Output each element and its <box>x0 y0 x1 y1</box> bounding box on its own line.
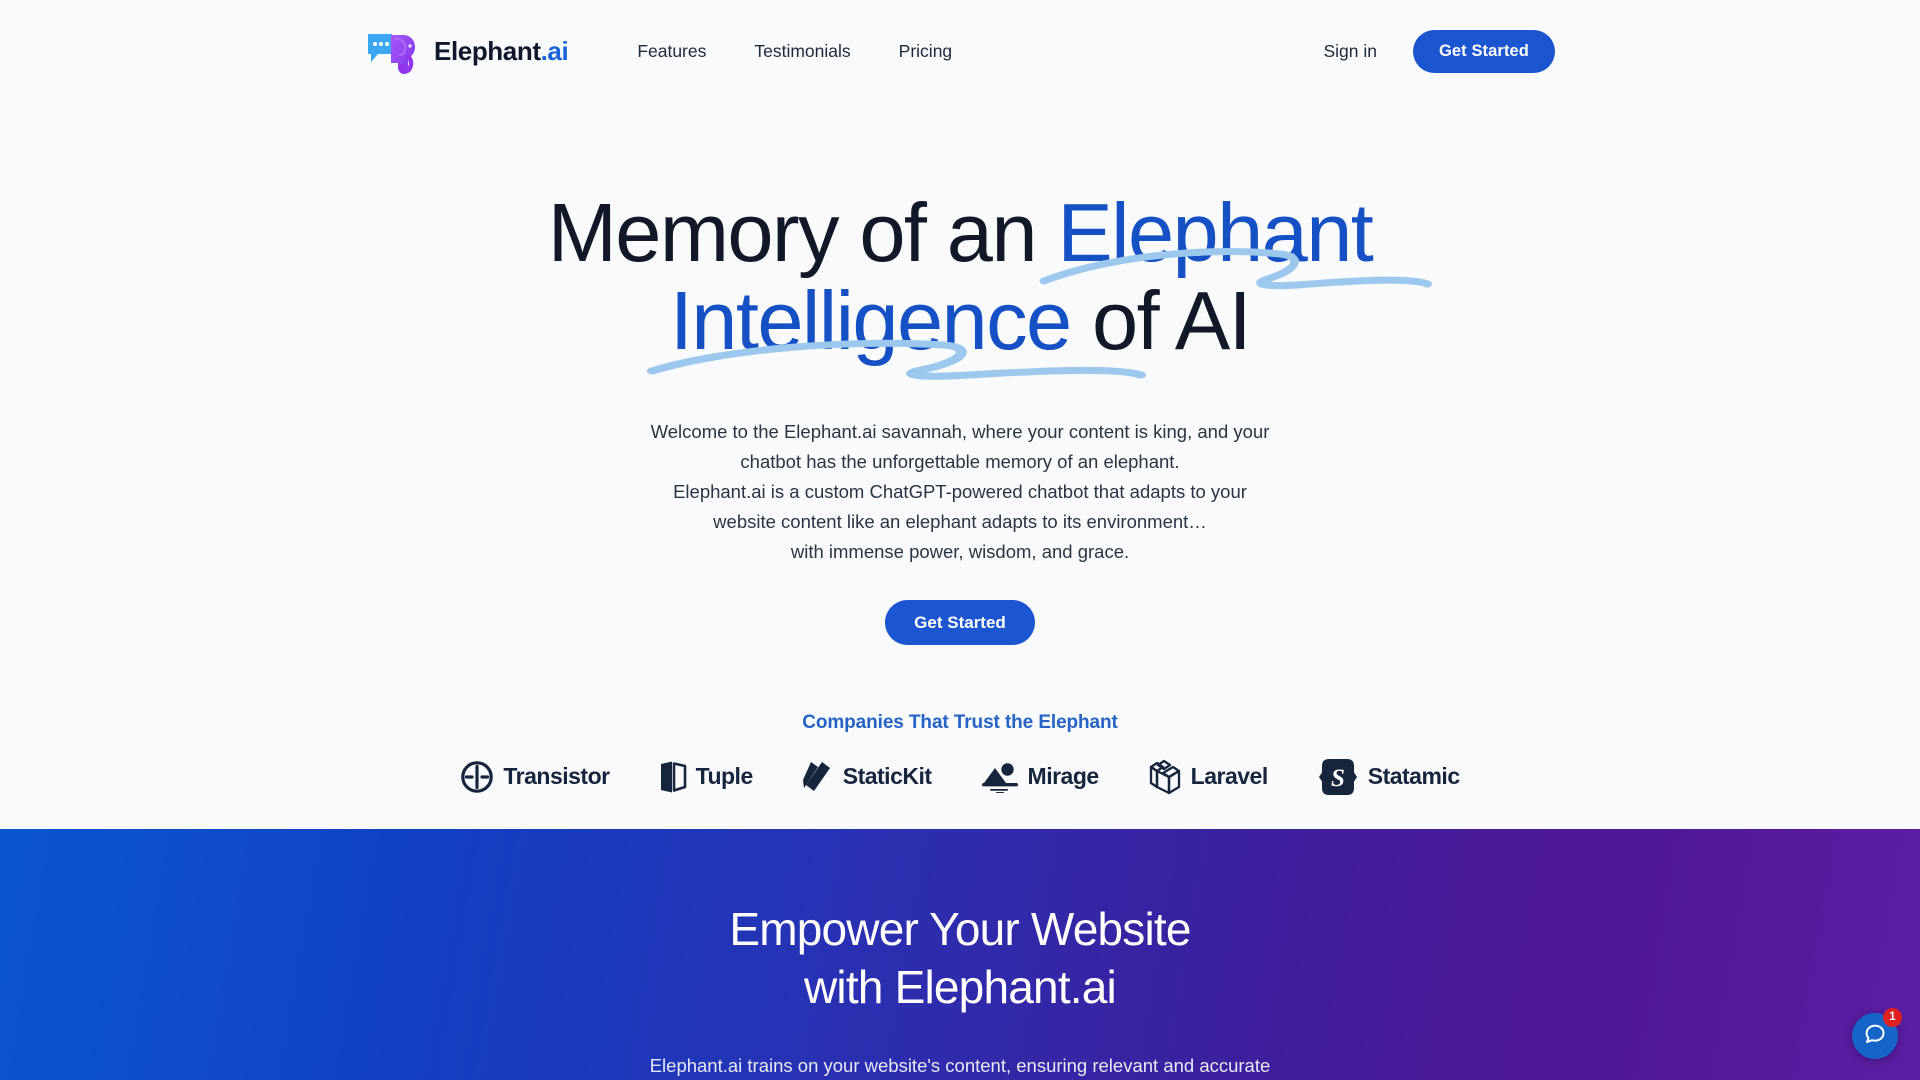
company-name-transistor: Transistor <box>503 763 610 790</box>
brand-name-main: Elephant <box>434 36 541 66</box>
company-logo-mirage: Mirage <box>981 761 1099 793</box>
hero-title-highlight-elephant: Elephant <box>1039 186 1432 290</box>
nav-link-features[interactable]: Features <box>620 34 723 70</box>
brand-logo-link[interactable]: Elephant.ai <box>365 28 569 76</box>
statickit-logo-icon <box>802 760 834 794</box>
company-logo-laravel: Laravel <box>1148 759 1268 795</box>
hero-description-line-1: Welcome to the Elephant.ai savannah, whe… <box>650 420 1270 442</box>
nav-link-testimonials[interactable]: Testimonials <box>737 34 867 70</box>
hero-description-line-2: chatbot has the unforgettable memory of … <box>740 450 1180 472</box>
hero-description-line-5: with immense power, wisdom, and grace. <box>790 540 1130 562</box>
nav-link-pricing[interactable]: Pricing <box>882 34 970 70</box>
get-started-button-hero[interactable]: Get Started <box>885 599 1035 645</box>
trust-heading: Companies That Trust the Elephant <box>802 711 1118 733</box>
company-logo-tuple: Tuple <box>659 760 753 794</box>
hero-description-line-3: Elephant.ai is a custom ChatGPT-powered … <box>673 480 1247 502</box>
laravel-logo-icon <box>1148 759 1182 795</box>
hero-cta-container: Get Started <box>0 599 1920 645</box>
empower-title-line2: with Elephant.ai <box>804 960 1117 1013</box>
main-navigation: Features Testimonials Pricing <box>620 34 969 70</box>
chat-unread-badge: 1 <box>1883 1008 1902 1027</box>
empower-subtitle-line1: Elephant.ai trains on your website's con… <box>649 1055 1271 1076</box>
header-actions: Sign in Get Started <box>1309 30 1555 73</box>
hero-title-line2-plain: of AI <box>1070 273 1252 367</box>
company-name-mirage: Mirage <box>1027 763 1100 790</box>
chat-bubble-icon <box>1863 1022 1887 1051</box>
company-name-statamic: Statamic <box>1367 763 1460 790</box>
tuple-logo-icon <box>659 760 687 794</box>
company-name-laravel: Laravel <box>1190 763 1269 790</box>
mirage-logo-icon <box>981 761 1019 793</box>
company-logo-row: Transistor Tuple StaticKit Mirage Larave… <box>0 756 1920 798</box>
empower-subtitle: Elephant.ai trains on your website's con… <box>580 1051 1340 1080</box>
company-name-tuple: Tuple <box>695 763 754 790</box>
brand-name: Elephant.ai <box>434 36 569 67</box>
hero-description: Welcome to the Elephant.ai savannah, whe… <box>610 417 1310 567</box>
hero-title-highlight-intelligence-text: Intelligence <box>669 273 1072 367</box>
page-title: Memory of an Elephant Intelligence of AI <box>380 186 1540 380</box>
statamic-logo-icon: S <box>1317 756 1359 798</box>
chat-bubble-elephant-logo-icon <box>365 28 423 76</box>
company-name-statickit: StaticKit <box>842 763 932 790</box>
hero-title-highlight-elephant-text: Elephant <box>1057 186 1373 279</box>
get-started-button-header[interactable]: Get Started <box>1412 30 1555 73</box>
hero-title-line1-plain: Memory of an <box>547 186 1058 279</box>
sign-in-link[interactable]: Sign in <box>1309 34 1391 70</box>
transistor-logo-icon <box>460 760 494 794</box>
empower-section: Empower Your Website with Elephant.ai El… <box>0 829 1920 1080</box>
company-logo-statickit: StaticKit <box>802 760 932 794</box>
hero-title-highlight-intelligence: Intelligence <box>646 273 1146 380</box>
site-header: Elephant.ai Features Testimonials Pricin… <box>0 0 1920 103</box>
hero-description-line-4: website content like an elephant adapts … <box>713 510 1207 532</box>
brand-name-suffix: .ai <box>540 36 569 66</box>
chat-widget-button[interactable]: 1 <box>1852 1008 1902 1059</box>
empower-title-line1: Empower Your Website <box>729 903 1191 955</box>
company-logo-transistor: Transistor <box>460 760 610 794</box>
svg-text:S: S <box>1331 765 1345 792</box>
empower-title: Empower Your Website with Elephant.ai <box>0 829 1920 1016</box>
hero-section: Memory of an Elephant Intelligence of AI… <box>0 103 1920 829</box>
company-logo-statamic: S Statamic <box>1317 756 1460 798</box>
